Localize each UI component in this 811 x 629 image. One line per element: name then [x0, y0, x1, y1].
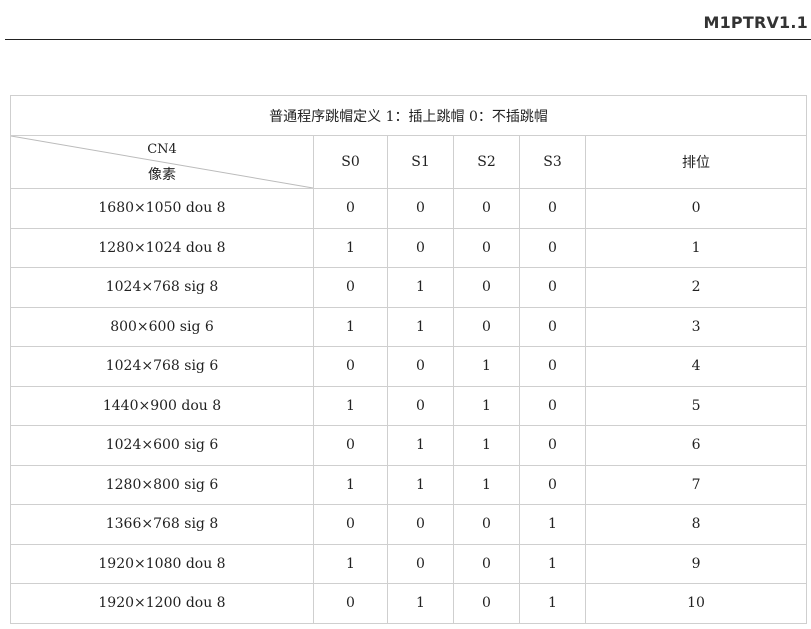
row-resolution-label: 1366×768 sig 8: [10, 504, 314, 545]
cell-s0: 1: [313, 306, 388, 347]
cell-s1: 1: [387, 464, 454, 505]
cell-s0: 1: [313, 227, 388, 268]
cell-s3: 1: [519, 543, 586, 584]
cell-s2: 0: [453, 267, 520, 308]
cell-s3: 0: [519, 464, 586, 505]
table-row: 1024×768 sig 801002: [10, 267, 808, 308]
cell-s2: 1: [453, 385, 520, 426]
cell-position: 2: [584, 267, 808, 308]
table-row: 1440×900 dou 810105: [10, 385, 808, 426]
cell-position: 10: [584, 583, 808, 624]
cell-s3: 0: [519, 346, 586, 387]
cell-s3: 0: [519, 267, 586, 308]
row-resolution-label: 1680×1050 dou 8: [10, 188, 314, 229]
cell-s1: 0: [387, 543, 454, 584]
table-row: 1280×800 sig 611107: [10, 464, 808, 505]
table-header-row: CN4 像素 S0 S1 S2 S3 排位: [10, 135, 808, 189]
cell-position: 1: [584, 227, 808, 268]
cell-position: 4: [584, 346, 808, 387]
cell-s0: 0: [313, 188, 388, 229]
row-resolution-label: 1280×800 sig 6: [10, 464, 314, 505]
column-header-s3: S3: [519, 135, 586, 189]
table-title-row: 普通程序跳帽定义 1：插上跳帽 0：不插跳帽: [9, 95, 808, 136]
column-header-s1: S1: [387, 135, 454, 189]
cell-s2: 0: [453, 227, 520, 268]
table-row: 1280×1024 dou 810001: [10, 227, 808, 268]
cell-s2: 1: [453, 425, 520, 466]
cell-position: 8: [584, 504, 808, 545]
corner-header-cell: CN4 像素: [10, 135, 314, 189]
cell-s3: 1: [519, 504, 586, 545]
cell-position: 9: [584, 543, 808, 584]
cell-s3: 0: [519, 425, 586, 466]
cell-s2: 0: [453, 543, 520, 584]
cell-s1: 1: [387, 425, 454, 466]
table-row: 800×600 sig 611003: [10, 306, 808, 347]
corner-header-connector: CN4: [147, 142, 177, 157]
corner-header-pixel: 像素: [148, 167, 176, 183]
table-row: 1024×600 sig 601106: [10, 425, 808, 466]
column-header-s0: S0: [313, 135, 388, 189]
cell-s2: 0: [453, 504, 520, 545]
table-row: 1920×1200 dou 8 0 1 0 1 10: [10, 583, 808, 624]
cell-s0: 0: [313, 267, 388, 308]
cell-s1: 0: [387, 188, 454, 229]
cell-s0: 1: [313, 464, 388, 505]
document-model-title: M1PTRV1.1: [703, 13, 808, 32]
row-resolution-label: 800×600 sig 6: [10, 306, 314, 347]
cell-s1: 0: [387, 504, 454, 545]
cell-s1: 0: [387, 385, 454, 426]
cell-position: 6: [584, 425, 808, 466]
table-row: 1920×1080 dou 810019: [10, 543, 808, 584]
cell-s0: 0: [313, 425, 388, 466]
table-row: 1024×768 sig 600104: [10, 346, 808, 387]
cell-s1: 1: [387, 267, 454, 308]
row-resolution-label: 1024×600 sig 6: [10, 425, 314, 466]
cell-s1: 1: [387, 306, 454, 347]
cell-s0: 0: [313, 346, 388, 387]
row-resolution-label: 1920×1080 dou 8: [10, 543, 314, 584]
cell-position: 5: [584, 385, 808, 426]
row-resolution-label: 1024×768 sig 6: [10, 346, 314, 387]
header-divider: [5, 39, 811, 40]
cell-s1: 1: [387, 583, 454, 624]
column-header-s2: S2: [453, 135, 520, 189]
cell-s1: 0: [387, 346, 454, 387]
cell-position: 3: [584, 306, 808, 347]
cell-s0: 1: [313, 543, 388, 584]
cell-s2: 0: [453, 188, 520, 229]
row-resolution-label: 1440×900 dou 8: [10, 385, 314, 426]
cell-s0: 0: [313, 504, 388, 545]
table-row: 1680×1050 dou 800000: [10, 188, 808, 229]
cell-s2: 0: [453, 583, 520, 624]
cell-s0: 1: [313, 385, 388, 426]
cell-position: 0: [584, 188, 808, 229]
jumper-definition-table: 普通程序跳帽定义 1：插上跳帽 0：不插跳帽 CN4 像素 S0 S1 S2 S…: [9, 95, 808, 624]
cell-s3: 0: [519, 188, 586, 229]
row-resolution-label: 1024×768 sig 8: [10, 267, 314, 308]
table-title: 普通程序跳帽定义 1：插上跳帽 0：不插跳帽: [9, 95, 808, 136]
cell-s1: 0: [387, 227, 454, 268]
cell-s3: 1: [519, 583, 586, 624]
row-resolution-label: 1920×1200 dou 8: [10, 583, 314, 624]
cell-position: 7: [584, 464, 808, 505]
cell-s3: 0: [519, 306, 586, 347]
cell-s3: 0: [519, 227, 586, 268]
cell-s2: 1: [453, 464, 520, 505]
cell-s2: 1: [453, 346, 520, 387]
row-resolution-label: 1280×1024 dou 8: [10, 227, 314, 268]
column-header-position: 排位: [584, 135, 808, 189]
cell-s2: 0: [453, 306, 520, 347]
table-row: 1366×768 sig 800018: [10, 504, 808, 545]
cell-s3: 0: [519, 385, 586, 426]
cell-s0: 0: [313, 583, 388, 624]
